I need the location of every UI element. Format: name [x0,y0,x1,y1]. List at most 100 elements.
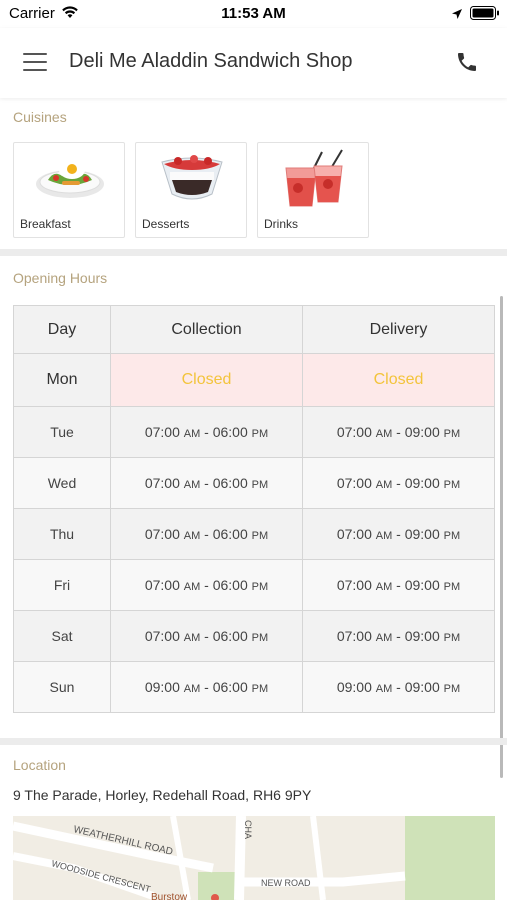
header-collection: Collection [110,305,303,354]
clock: 11:53 AM [221,5,286,22]
open-ampm: AM [183,632,201,644]
open-time: 07:00 [336,424,372,440]
separator: - [200,577,213,593]
cuisines-section-label: Cuisines [13,109,67,125]
breakfast-image [28,148,112,210]
cuisine-card-breakfast[interactable]: Breakfast [13,142,125,238]
open-time: 07:00 [336,577,372,593]
close-ampm: PM [443,683,461,695]
close-ampm: PM [443,428,461,440]
collection-hours-cell: 07:00 AM - 06:00 PM [110,457,303,509]
open-time: 07:00 [144,628,180,644]
delivery-hours-cell: 07:00 AM - 09:00 PM [302,610,495,662]
cuisine-label: Drinks [264,217,299,231]
separator: - [392,628,405,644]
close-time: 06:00 [212,577,248,593]
delivery-hours-cell: 07:00 AM - 09:00 PM [302,406,495,458]
close-ampm: PM [251,581,269,593]
close-time: 06:00 [212,679,248,695]
open-time: 07:00 [144,424,180,440]
cuisine-label: Breakfast [20,217,71,231]
close-ampm: PM [443,581,461,593]
close-ampm: PM [443,479,461,491]
close-time: 06:00 [212,526,248,542]
close-time: 09:00 [404,475,440,491]
close-time: 06:00 [212,628,248,644]
separator: - [200,679,213,695]
location-map[interactable]: WEATHERHILL ROAD WOODSIDE CRESCENT NEW R… [13,816,495,900]
separator: - [200,628,213,644]
section-divider [0,738,507,745]
table-row: Sun 09:00 AM - 06:00 PM 09:00 AM - 09:00 P… [13,661,495,713]
collection-hours-cell: 07:00 AM - 06:00 PM [110,610,303,662]
day-cell: Fri [13,559,111,611]
delivery-hours-cell: 07:00 AM - 09:00 PM [302,508,495,560]
delivery-closed: Closed [302,353,495,407]
status-bar: Carrier 11:53 AM [0,0,507,28]
open-time: 07:00 [336,526,372,542]
table-row-today: Mon Closed Closed [13,353,495,407]
open-time: 07:00 [336,475,372,491]
collection-hours-cell: 07:00 AM - 06:00 PM [110,508,303,560]
opening-hours-table: Day Collection Delivery Mon Closed Close… [13,305,495,713]
open-time: 07:00 [336,628,372,644]
day-cell: Thu [13,508,111,560]
close-ampm: PM [251,632,269,644]
collection-hours-cell: 07:00 AM - 06:00 PM [110,559,303,611]
close-time: 09:00 [404,679,440,695]
separator: - [392,475,405,491]
day-cell: Mon [13,353,111,407]
close-time: 09:00 [404,424,440,440]
close-time: 09:00 [404,526,440,542]
header-delivery: Delivery [302,305,495,354]
close-ampm: PM [443,632,461,644]
open-ampm: AM [183,683,201,695]
table-row: Thu 07:00 AM - 06:00 PM 07:00 AM - 09:00 P… [13,508,495,560]
close-time: 06:00 [212,475,248,491]
table-row: Sat 07:00 AM - 06:00 PM 07:00 AM - 09:00 P… [13,610,495,662]
separator: - [392,526,405,542]
scrollbar[interactable] [500,296,503,778]
map-road-label: NEW ROAD [261,878,311,888]
open-ampm: AM [375,530,393,542]
hamburger-menu-icon[interactable] [23,53,47,71]
open-ampm: AM [375,428,393,440]
delivery-hours-cell: 09:00 AM - 09:00 PM [302,661,495,713]
cuisine-card-desserts[interactable]: Desserts [135,142,247,238]
close-ampm: PM [251,428,269,440]
table-header-row: Day Collection Delivery [13,305,495,354]
collection-hours-cell: 07:00 AM - 06:00 PM [110,406,303,458]
open-ampm: AM [183,428,201,440]
desserts-image [150,148,234,210]
map-place-label: Burstow [151,892,188,900]
separator: - [200,475,213,491]
delivery-hours-cell: 07:00 AM - 09:00 PM [302,559,495,611]
day-cell: Tue [13,406,111,458]
collection-hours-cell: 09:00 AM - 06:00 PM [110,661,303,713]
open-time: 07:00 [144,475,180,491]
cuisine-card-drinks[interactable]: Drinks [257,142,369,238]
open-ampm: AM [375,581,393,593]
table-row: Fri 07:00 AM - 06:00 PM 07:00 AM - 09:00 P… [13,559,495,611]
section-divider [0,249,507,256]
open-ampm: AM [183,581,201,593]
header-day: Day [13,305,111,354]
close-time: 09:00 [404,577,440,593]
delivery-hours-cell: 07:00 AM - 09:00 PM [302,457,495,509]
separator: - [200,424,213,440]
open-time: 07:00 [144,577,180,593]
open-ampm: AM [375,683,393,695]
collection-closed: Closed [110,353,303,407]
app-header: Deli Me Aladdin Sandwich Shop [0,28,507,98]
table-row: Wed 07:00 AM - 06:00 PM 07:00 AM - 09:00 P… [13,457,495,509]
open-ampm: AM [183,530,201,542]
cuisine-label: Desserts [142,217,190,231]
close-time: 09:00 [404,628,440,644]
drinks-image [272,148,356,210]
close-ampm: PM [251,479,269,491]
separator: - [392,577,405,593]
phone-icon[interactable] [455,50,479,79]
location-arrow-icon [451,7,463,25]
close-ampm: PM [251,530,269,542]
page-title: Deli Me Aladdin Sandwich Shop [69,50,353,72]
